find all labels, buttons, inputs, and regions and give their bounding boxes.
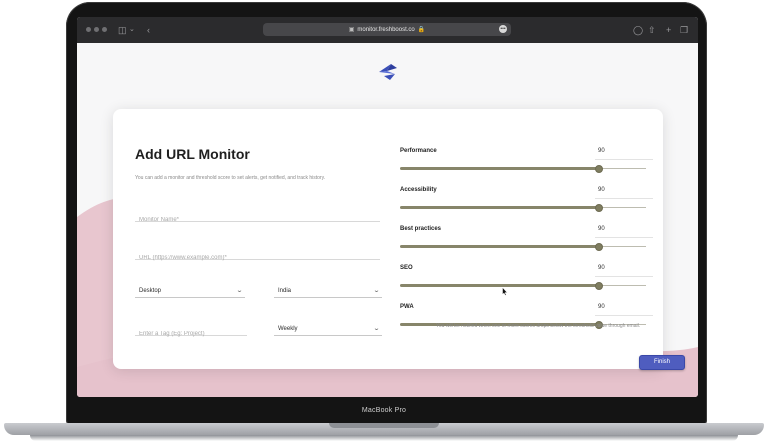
notification-note: You will be notified when one or more sc…	[436, 323, 641, 329]
country-select-value: India	[278, 287, 292, 294]
laptop-screen: ◫ ⌄ ‹ ▣ monitor.freshboost.co 🔒 ••• ◯ ⇧ …	[77, 17, 698, 397]
slider-track-fill[interactable]	[400, 284, 599, 287]
metric-threshold-value[interactable]: 90	[598, 265, 605, 271]
chevron-down-icon: ⌄	[372, 326, 381, 332]
slider-thumb[interactable]	[595, 281, 603, 290]
slider-track-fill[interactable]	[400, 206, 599, 209]
device-select-value: Desktop	[139, 287, 162, 294]
maximize-window-icon[interactable]	[102, 27, 107, 32]
address-bar[interactable]: ▣ monitor.freshboost.co 🔒 •••	[263, 23, 511, 36]
device-select[interactable]: Desktop ⌄	[135, 284, 245, 298]
new-tab-icon[interactable]: +	[666, 24, 671, 36]
close-window-icon[interactable]	[86, 27, 91, 32]
download-icon[interactable]: ◯	[633, 24, 643, 36]
more-options-icon[interactable]: •••	[499, 25, 507, 33]
metric-value-underline	[595, 159, 653, 160]
slider-track-fill[interactable]	[400, 167, 599, 170]
device-model-label: MacBook Pro	[361, 407, 407, 414]
tag-input[interactable]	[135, 327, 247, 341]
chevron-down-icon[interactable]: ⌄	[129, 24, 135, 36]
metric-threshold-value[interactable]: 90	[598, 304, 605, 310]
metric-threshold-value[interactable]: 90	[598, 187, 605, 193]
chevron-left-icon[interactable]: ‹	[147, 24, 150, 36]
slider-track-rest[interactable]	[599, 207, 646, 208]
minimize-window-icon[interactable]	[94, 27, 99, 32]
browser-toolbar: ◫ ⌄ ‹ ▣ monitor.freshboost.co 🔒 ••• ◯ ⇧ …	[77, 17, 698, 43]
chevron-down-icon: ⌄	[235, 288, 244, 294]
page-title: Add URL Monitor	[135, 146, 250, 162]
metric-value-underline	[595, 276, 653, 277]
slider-thumb[interactable]	[595, 164, 603, 173]
mouse-cursor-icon	[502, 287, 508, 296]
metric-label: Accessibility	[400, 187, 437, 193]
monitor-name-input[interactable]	[135, 213, 380, 227]
slider-track-rest[interactable]	[599, 168, 646, 169]
metric-label: Performance	[400, 148, 437, 154]
slider-track-fill[interactable]	[400, 245, 599, 248]
laptop-notch	[329, 423, 439, 428]
chevron-down-icon: ⌄	[372, 288, 381, 294]
monitor-name-field[interactable]	[135, 208, 380, 227]
frequency-select-value: Weekly	[278, 325, 298, 332]
url-input[interactable]	[135, 251, 380, 265]
sidebar-toggle-icon[interactable]: ◫	[118, 24, 127, 36]
add-monitor-card: Add URL Monitor You can add a monitor an…	[113, 109, 685, 370]
metric-threshold-value[interactable]: 90	[598, 148, 605, 154]
frequency-select[interactable]: Weekly ⌄	[274, 322, 382, 336]
slider-track-rest[interactable]	[599, 246, 646, 247]
stage: ◫ ⌄ ‹ ▣ monitor.freshboost.co 🔒 ••• ◯ ⇧ …	[0, 0, 768, 448]
country-select[interactable]: India ⌄	[274, 284, 382, 298]
slider-track-rest[interactable]	[599, 285, 646, 286]
metric-value-underline	[595, 198, 653, 199]
metric-value-underline	[595, 237, 653, 238]
metric-label: SEO	[400, 265, 413, 271]
slider-thumb[interactable]	[595, 242, 603, 251]
site-settings-icon[interactable]: ▣	[349, 26, 355, 33]
address-bar-url: monitor.freshboost.co	[357, 26, 415, 33]
metric-value-underline	[595, 315, 653, 316]
metric-label: Best practices	[400, 226, 442, 232]
freshboost-logo	[379, 64, 397, 80]
lock-icon: 🔒	[417, 27, 426, 33]
metric-threshold-value[interactable]: 90	[598, 226, 605, 232]
tab-overview-icon[interactable]: ❐	[680, 24, 688, 36]
share-icon[interactable]: ⇧	[648, 24, 656, 36]
url-field[interactable]	[135, 246, 380, 265]
form-description: You can add a monitor and threshold scor…	[135, 175, 326, 181]
tag-field[interactable]	[135, 322, 247, 341]
laptop-shadow	[30, 435, 738, 441]
slider-thumb[interactable]	[595, 203, 603, 212]
metric-label: PWA	[400, 304, 414, 310]
finish-button[interactable]: Finish	[639, 355, 685, 370]
